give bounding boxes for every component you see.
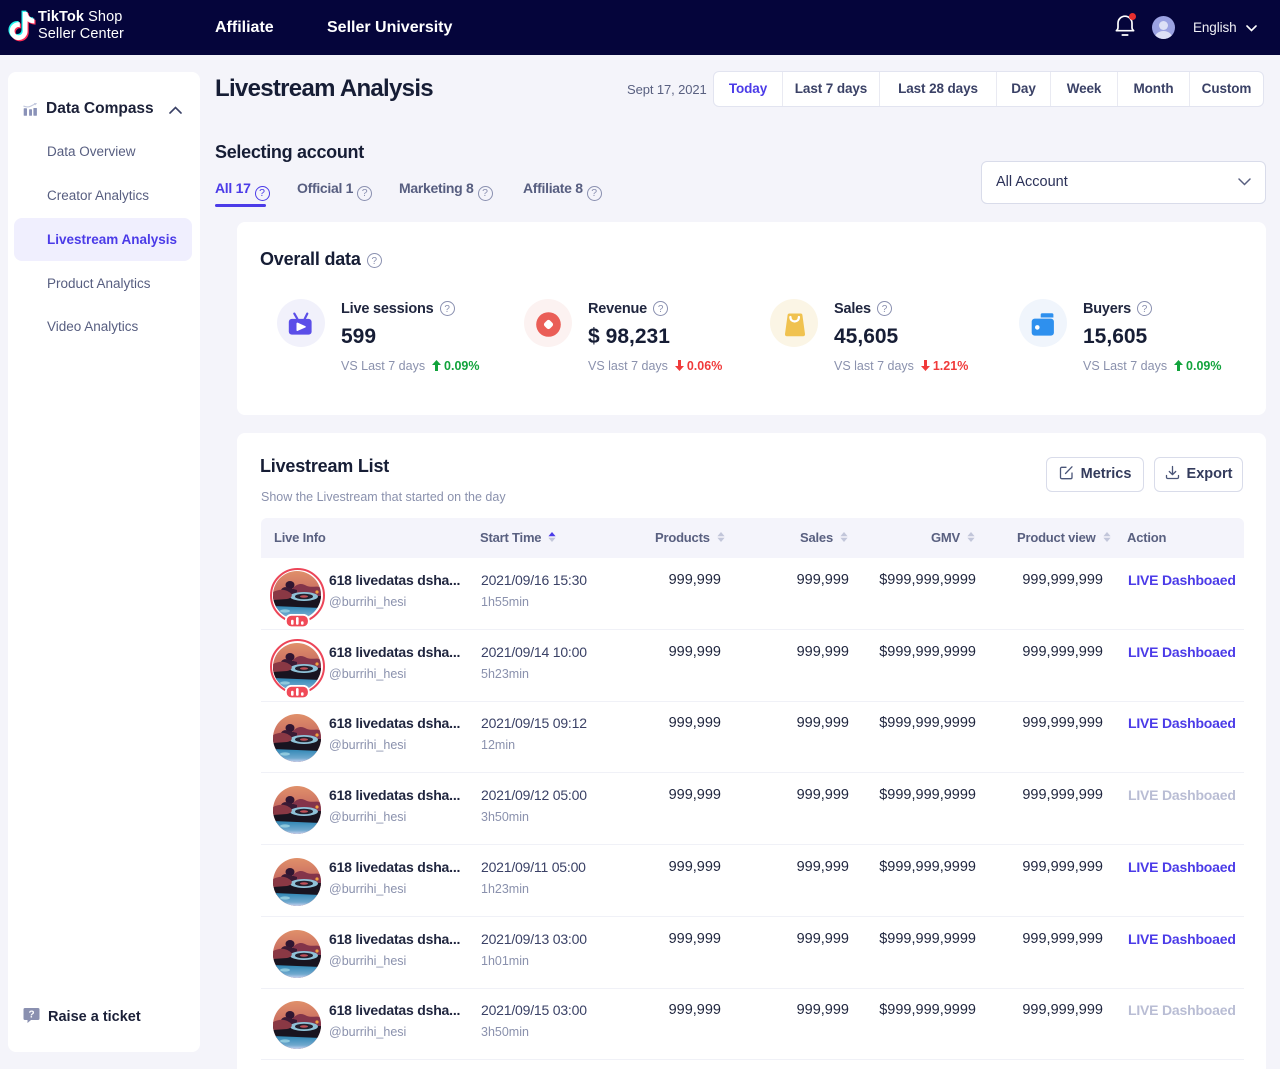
svg-text:?: ? [28, 1010, 34, 1021]
